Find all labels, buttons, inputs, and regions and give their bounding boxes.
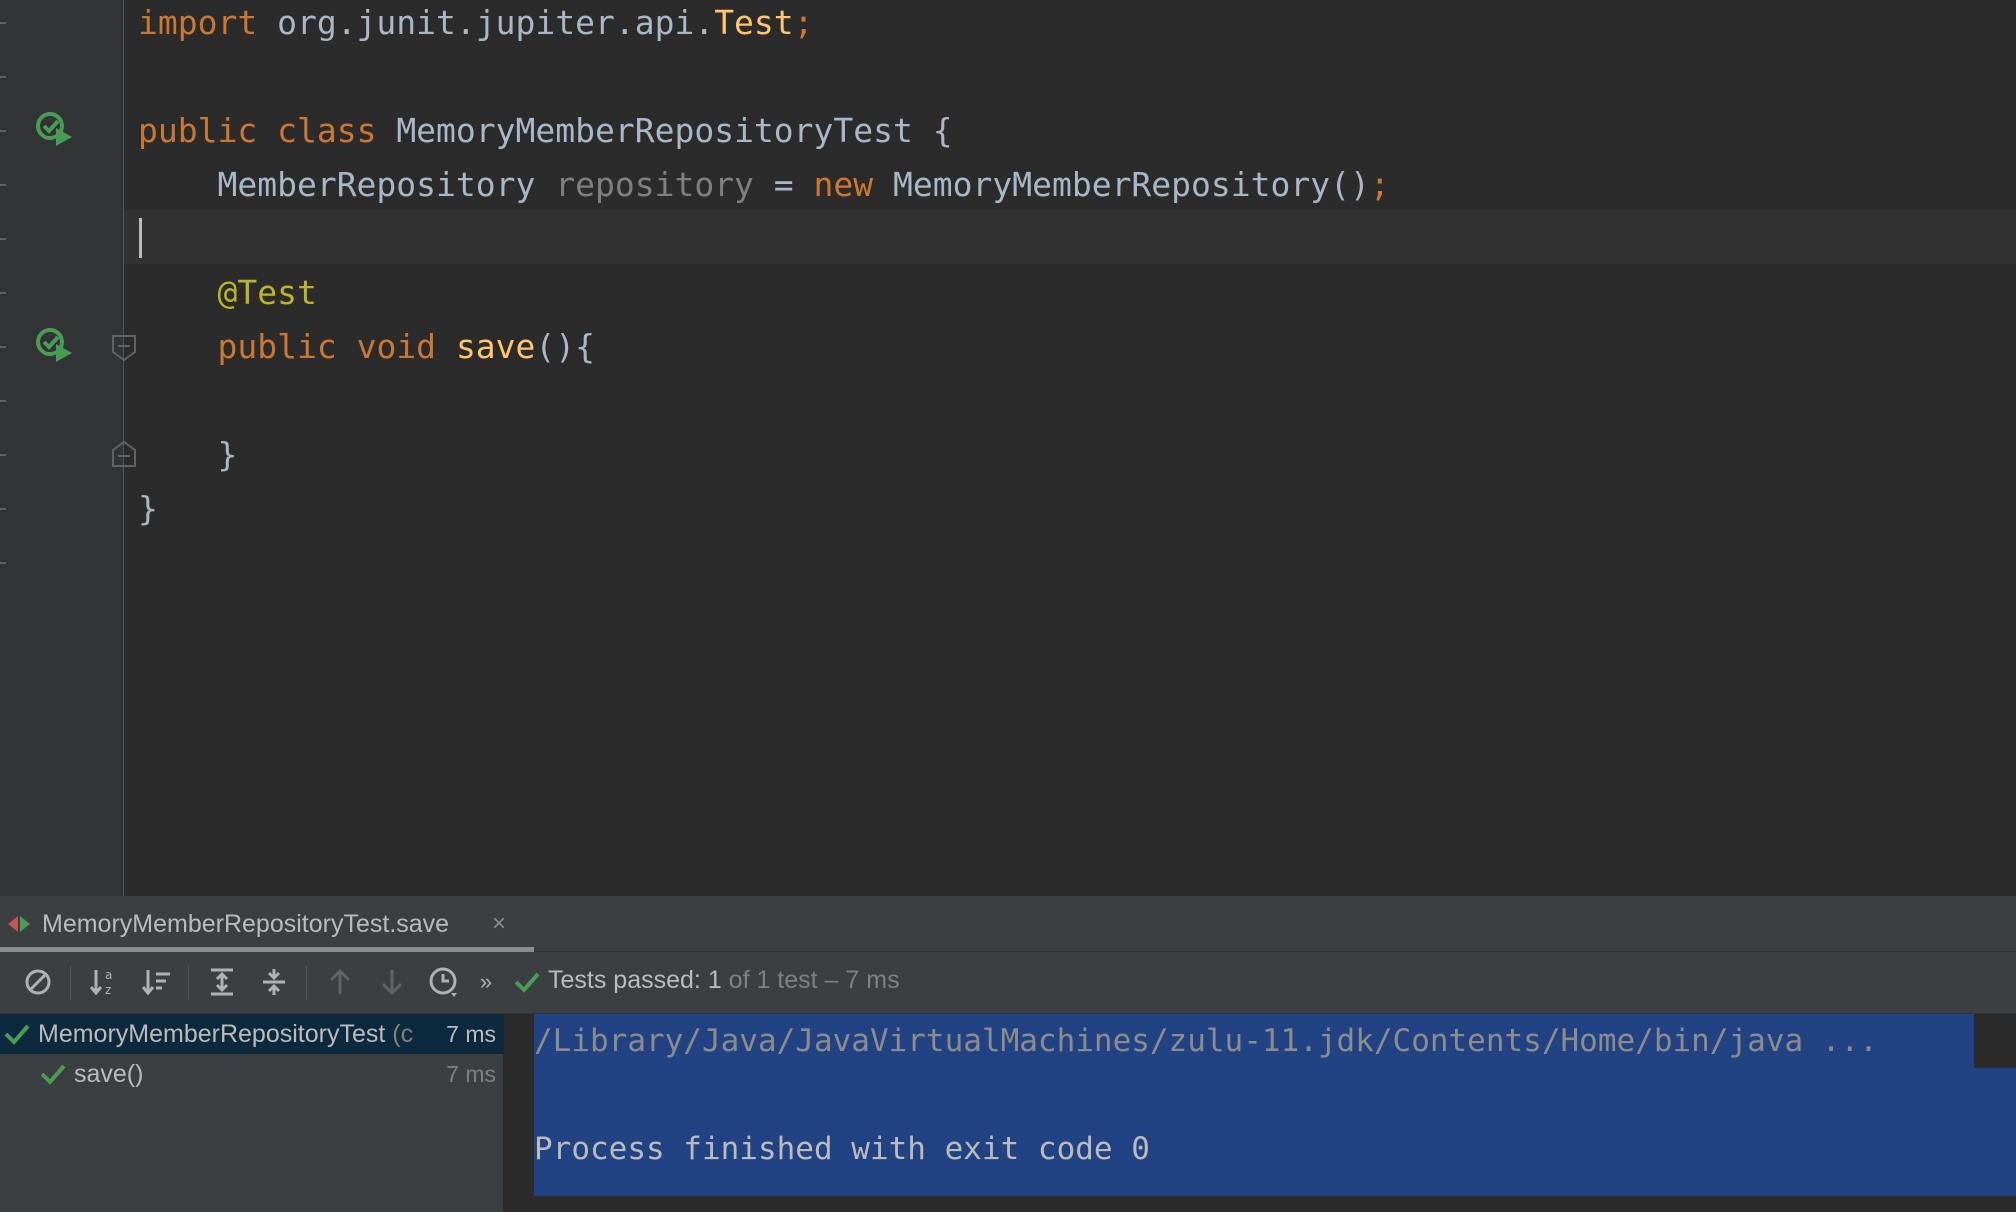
current-line-highlight — [124, 210, 2016, 264]
type-name: MemberRepository — [217, 165, 536, 204]
fold-collapse-icon[interactable] — [111, 334, 137, 362]
toolbar-separator — [70, 966, 71, 1000]
brace: { — [912, 111, 953, 150]
keyword: void — [356, 327, 437, 366]
test-run-icon — [8, 916, 30, 932]
gutter-line-mark — [0, 76, 6, 78]
method-name: save — [455, 327, 536, 366]
toolbar-separator — [188, 966, 189, 1000]
test-history-button[interactable] — [424, 962, 464, 1002]
tests-passed-check-icon — [514, 972, 540, 993]
svg-text:z: z — [105, 983, 111, 997]
toolbar-separator — [306, 966, 307, 1000]
keyword: public — [138, 111, 258, 150]
close-tab-icon[interactable]: × — [492, 910, 506, 938]
code-line-class-close: } — [138, 486, 2016, 540]
console-output[interactable]: /Library/Java/JavaVirtualMachines/zulu-1… — [504, 1014, 2016, 1212]
field-name: repository — [555, 165, 754, 204]
keyword: import — [138, 3, 258, 42]
run-tool-window: MemoryMemberRepositoryTest.save × az » T… — [0, 896, 2016, 1212]
fold-end-icon[interactable] — [111, 440, 137, 468]
gutter-line-mark — [0, 562, 6, 564]
class-ref: Test — [714, 3, 794, 42]
semicolon: ; — [793, 3, 814, 42]
semicolon: ; — [1369, 165, 1390, 204]
tree-node-test-method[interactable]: save() 7 ms — [0, 1054, 504, 1094]
status-passed-count: 1 — [707, 966, 722, 994]
previous-failed-test-button[interactable] — [320, 962, 360, 1002]
run-test-class-icon[interactable] — [34, 110, 74, 146]
keyword: public — [217, 327, 337, 366]
gutter-line-mark — [0, 508, 6, 510]
brace: } — [138, 489, 158, 528]
arrow-down-icon — [381, 970, 403, 996]
code-line-field: MemberRepository repository = new Memory… — [138, 162, 2016, 216]
console-command-line: /Library/Java/JavaVirtualMachines/zulu-1… — [534, 1023, 1878, 1059]
gutter-line-mark — [0, 454, 6, 456]
tree-node-label: MemoryMemberRepositoryTest (c — [38, 1014, 413, 1054]
operator: = — [753, 165, 814, 204]
expand-all-button[interactable] — [202, 962, 242, 1002]
code-line-annotation: @Test — [138, 270, 2016, 324]
test-method-name: save() — [74, 1060, 144, 1088]
gutter-line-mark — [0, 238, 6, 240]
gutter-line-mark — [0, 22, 6, 24]
gutter-line-mark — [0, 292, 6, 294]
status-total: of 1 test – 7 ms — [721, 966, 900, 994]
tree-node-test-class[interactable]: MemoryMemberRepositoryTest (c 7 ms — [0, 1014, 504, 1054]
brace: } — [217, 435, 238, 474]
code-area[interactable]: import org.junit.jupiter.api.Test; publi… — [124, 0, 2016, 896]
gutter-line-mark — [0, 346, 6, 348]
tree-node-duration: 7 ms — [446, 1021, 496, 1047]
stop-show-ignored-button[interactable] — [18, 962, 58, 1002]
editor-gutter[interactable] — [0, 0, 136, 896]
next-failed-test-button[interactable] — [372, 962, 412, 1002]
class-name: MemoryMemberRepositoryTest — [396, 111, 913, 150]
test-class-name: MemoryMemberRepositoryTest — [38, 1020, 386, 1048]
tab-label: MemoryMemberRepositoryTest.save — [42, 910, 450, 938]
clock-icon — [429, 967, 457, 997]
sort-duration-icon — [141, 970, 170, 996]
run-toolbar: az » Tests passed: 1 of 1 test – 7 ms — [0, 952, 2016, 1014]
code-line-class-decl: public class MemoryMemberRepositoryTest … — [138, 108, 2016, 162]
keyword: class — [277, 111, 377, 150]
no-entry-icon — [25, 969, 51, 995]
run-config-tab[interactable]: MemoryMemberRepositoryTest.save × — [0, 896, 534, 952]
code-line-import: import org.junit.jupiter.api.Test; — [138, 0, 2016, 54]
test-status-summary: Tests passed: 1 of 1 test – 7 ms — [548, 966, 900, 995]
collapse-all-icon — [263, 969, 285, 995]
collapse-all-button[interactable] — [254, 962, 294, 1002]
arrow-up-icon — [329, 968, 351, 994]
run-tab-bar: MemoryMemberRepositoryTest.save × — [0, 896, 2016, 952]
status-passed-label: Tests passed: — [548, 966, 708, 994]
more-actions-icon[interactable]: » — [466, 962, 506, 1002]
gutter-line-mark — [0, 130, 6, 132]
method-params: (){ — [535, 327, 596, 366]
svg-text:a: a — [105, 968, 112, 982]
keyword: new — [813, 165, 874, 204]
test-results-tree[interactable]: MemoryMemberRepositoryTest (c 7 ms save(… — [0, 1014, 504, 1212]
gutter-line-mark — [0, 184, 6, 186]
sort-alphabetically-button[interactable]: az — [84, 962, 124, 1002]
expand-all-icon — [211, 968, 233, 996]
code-line-method-close: } — [138, 432, 2016, 486]
test-class-suffix: (c — [385, 1020, 414, 1048]
text-caret — [139, 218, 142, 258]
tree-node-duration: 7 ms — [446, 1061, 496, 1087]
sort-by-duration-button[interactable] — [136, 962, 176, 1002]
code-editor[interactable]: import org.junit.jupiter.api.Test; publi… — [0, 0, 2016, 896]
passed-check-icon — [40, 1064, 66, 1085]
console-exit-message: Process finished with exit code 0 — [534, 1131, 1150, 1167]
annotation: @Test — [217, 273, 317, 312]
gutter-line-mark — [0, 400, 6, 402]
passed-check-icon — [4, 1024, 30, 1045]
sort-alpha-icon: az — [89, 968, 112, 997]
run-test-method-icon[interactable] — [34, 326, 74, 362]
constructor-call: MemoryMemberRepository() — [873, 165, 1370, 204]
code-line-method-decl: public void save(){ — [138, 324, 2016, 378]
package-path: org.junit.jupiter.api. — [257, 3, 715, 42]
